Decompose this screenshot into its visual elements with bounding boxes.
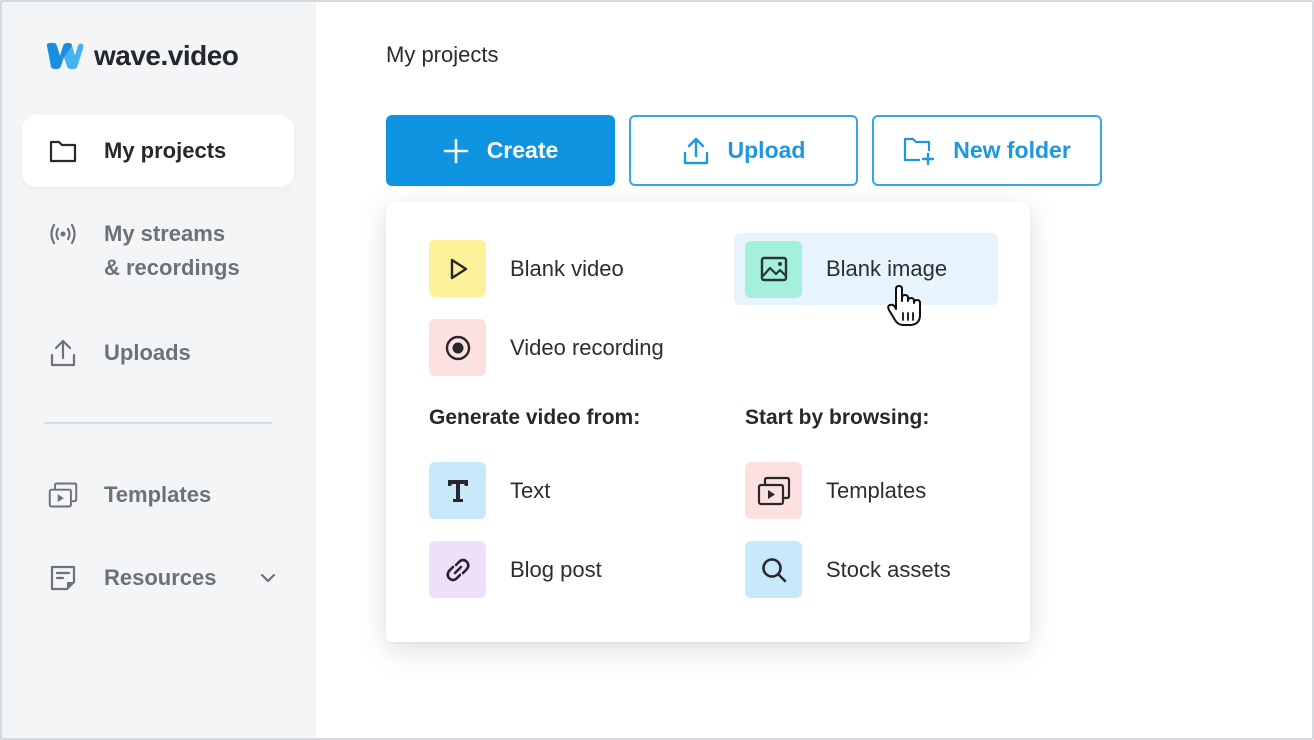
menu-item-blog-post[interactable]: Blog post	[429, 541, 602, 598]
new-folder-button-label: New folder	[953, 137, 1071, 163]
menu-item-video-recording[interactable]: Video recording	[429, 319, 664, 376]
sidebar-item-my-streams[interactable]: My streams & recordings	[22, 217, 294, 285]
brand-name: wave.video	[94, 40, 239, 71]
upload-button[interactable]: Upload	[629, 115, 858, 186]
folder-plus-icon	[904, 137, 935, 165]
menu-item-templates[interactable]: Templates	[745, 462, 926, 519]
record-icon	[429, 319, 486, 376]
sidebar-item-my-projects[interactable]: My projects	[22, 115, 294, 187]
generate-section-title: Generate video from:	[429, 406, 641, 429]
page-title: My projects	[386, 42, 499, 67]
new-folder-button[interactable]: New folder	[872, 115, 1102, 186]
search-icon	[745, 541, 802, 598]
create-button-label: Create	[486, 137, 559, 163]
sidebar-item-label: Uploads	[104, 340, 191, 365]
upload-icon	[683, 137, 708, 164]
menu-item-label: Blank video	[510, 255, 624, 281]
sidebar-item-label: My streams & recordings	[104, 217, 240, 285]
sidebar-item-label: Resources	[104, 565, 217, 590]
browse-section-title: Start by browsing:	[745, 406, 930, 429]
templates-icon	[745, 462, 802, 519]
menu-item-label: Templates	[826, 477, 927, 503]
menu-item-label: Blog post	[510, 556, 602, 582]
menu-item-label: Blank image	[826, 256, 948, 281]
folder-icon	[48, 134, 78, 168]
sidebar-item-resources[interactable]: Resources	[22, 561, 294, 595]
chevron-down-icon[interactable]	[260, 561, 276, 595]
menu-item-label: Text	[510, 477, 551, 503]
create-button[interactable]: Create	[386, 115, 615, 186]
menu-item-stock-assets[interactable]: Stock assets	[745, 541, 951, 598]
broadcast-icon	[48, 217, 78, 251]
upload-icon	[48, 336, 78, 370]
resources-icon	[48, 561, 78, 595]
sidebar-item-label-line2: & recordings	[104, 255, 240, 280]
logo[interactable]: wave.video	[44, 40, 239, 72]
sidebar-item-label: My projects	[104, 138, 227, 163]
image-icon	[745, 240, 802, 298]
hand-pointer-cursor-icon	[887, 285, 921, 326]
menu-item-label: Video recording	[510, 334, 664, 360]
menu-item-blank-video[interactable]: Blank video	[429, 240, 624, 297]
sidebar-item-uploads[interactable]: Uploads	[22, 336, 294, 370]
sidebar-divider	[44, 422, 272, 424]
app-window: wave.video My projects My streams & reco…	[0, 0, 1314, 740]
plus-icon	[443, 138, 468, 163]
templates-icon	[48, 478, 78, 512]
wave-logo-icon	[46, 43, 84, 69]
menu-item-label: Stock assets	[826, 556, 951, 582]
upload-button-label: Upload	[727, 137, 806, 163]
sidebar-item-label: Templates	[104, 482, 212, 507]
menu-item-blank-image[interactable]: Blank image	[734, 233, 998, 305]
sidebar-item-templates[interactable]: Templates	[22, 478, 294, 512]
play-icon	[429, 240, 486, 297]
sidebar-item-label-line1: My streams	[104, 221, 226, 246]
text-icon	[429, 462, 486, 519]
menu-item-text[interactable]: Text	[429, 462, 550, 519]
link-icon	[429, 541, 486, 598]
sidebar: wave.video My projects My streams & reco…	[2, 2, 316, 738]
